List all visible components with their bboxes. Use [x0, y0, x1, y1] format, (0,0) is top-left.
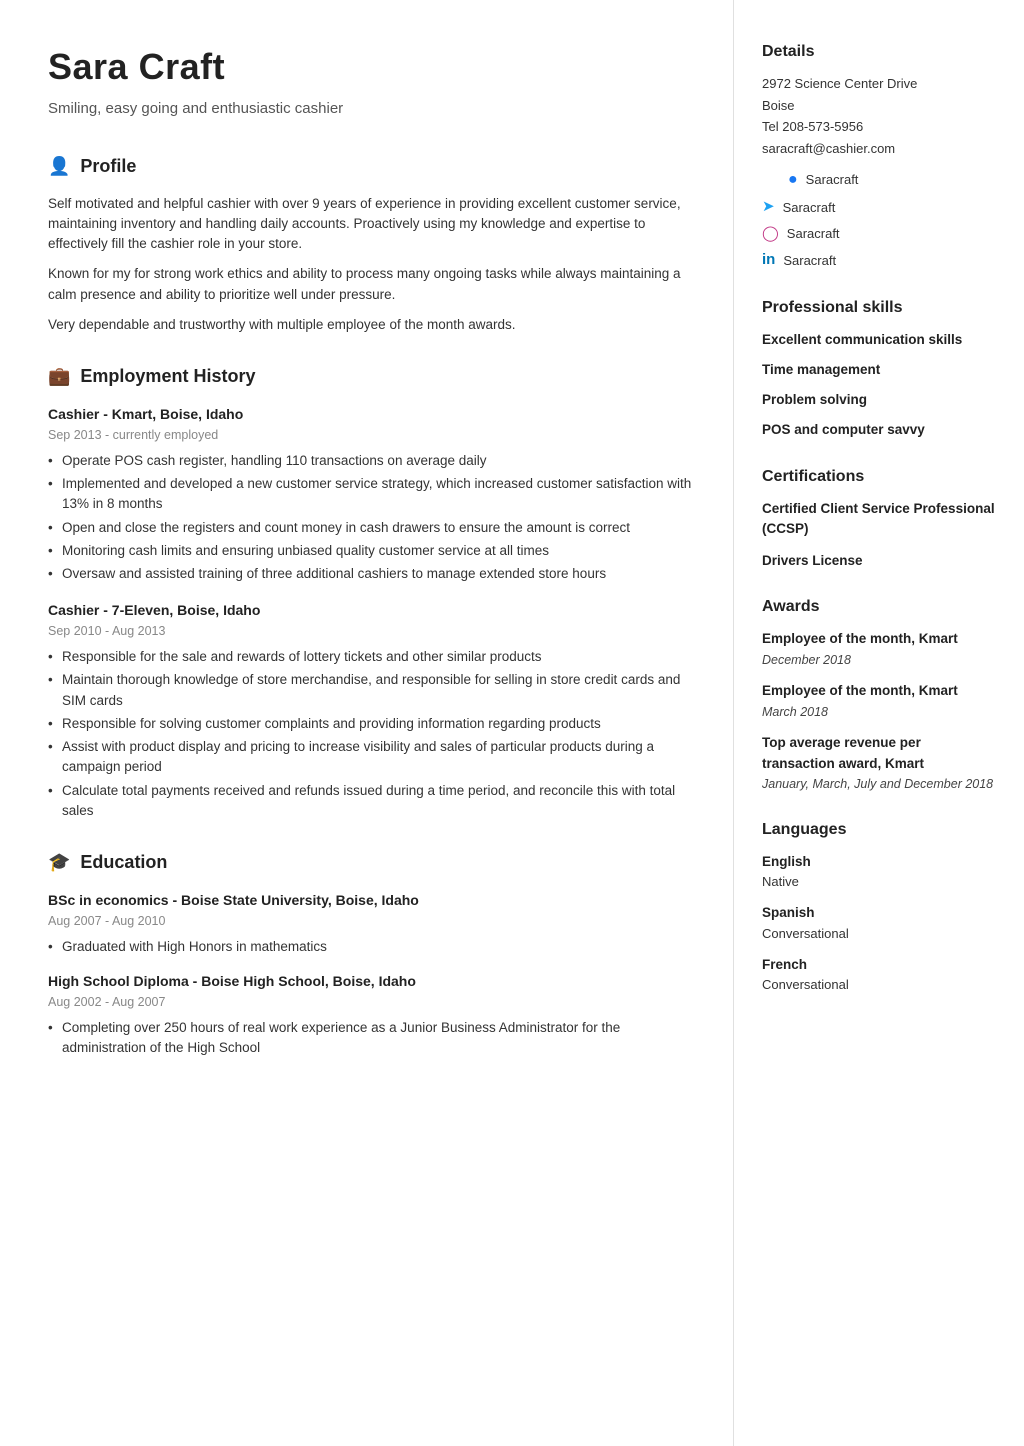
certifications-section: Certifications Certified Client Service …: [762, 465, 996, 572]
award-2: Employee of the month, Kmart March 2018: [762, 681, 996, 721]
skills-title: Professional skills: [762, 296, 996, 320]
details-city: Boise: [762, 96, 996, 116]
skill-3: Problem solving: [762, 390, 996, 410]
language-3-level: Conversational: [762, 975, 996, 995]
social-facebook:  ● Saracraft: [762, 168, 996, 192]
job-2-title: Cashier - 7-Eleven, Boise, Idaho: [48, 600, 697, 621]
resume-page: Sara Craft Smiling, easy going and enthu…: [0, 0, 1024, 1446]
job-2: Cashier - 7-Eleven, Boise, Idaho Sep 201…: [48, 600, 697, 821]
social-links:  ● Saracraft ➤ Saracraft ◯ Saracraft in…: [762, 168, 996, 272]
language-1: English Native: [762, 852, 996, 892]
list-item: Completing over 250 hours of real work e…: [48, 1018, 697, 1059]
list-item: Responsible for solving customer complai…: [48, 714, 697, 734]
sidebar: Details 2972 Science Center Drive Boise …: [734, 0, 1024, 1446]
resume-tagline: Smiling, easy going and enthusiastic cas…: [48, 98, 697, 121]
award-3: Top average revenue per transaction awar…: [762, 733, 996, 793]
social-instagram: ◯ Saracraft: [762, 223, 996, 246]
facebook-icon-symbol: ●: [788, 168, 798, 192]
job-2-dates: Sep 2010 - Aug 2013: [48, 622, 697, 641]
school-2-dates: Aug 2002 - Aug 2007: [48, 993, 697, 1012]
main-column: Sara Craft Smiling, easy going and enthu…: [0, 0, 734, 1446]
school-1-title: BSc in economics - Boise State Universit…: [48, 890, 697, 911]
list-item: Calculate total payments received and re…: [48, 781, 697, 822]
job-1-dates: Sep 2013 - currently employed: [48, 426, 697, 445]
instagram-icon: ◯: [762, 223, 779, 246]
languages-title: Languages: [762, 818, 996, 842]
facebook-label: Saracraft: [806, 170, 859, 190]
profile-section: 👤 Profile Self motivated and helpful cas…: [48, 153, 697, 336]
employment-section: 💼 Employment History Cashier - Kmart, Bo…: [48, 363, 697, 821]
job-1-bullets: Operate POS cash register, handling 110 …: [48, 451, 697, 585]
details-tel: Tel 208-573-5956: [762, 117, 996, 137]
list-item: Implemented and developed a new customer…: [48, 474, 697, 515]
language-1-level: Native: [762, 872, 996, 892]
facebook-icon: : [762, 169, 780, 192]
award-3-title: Top average revenue per transaction awar…: [762, 733, 996, 774]
certifications-title: Certifications: [762, 465, 996, 489]
list-item: Operate POS cash register, handling 110 …: [48, 451, 697, 471]
award-1: Employee of the month, Kmart December 20…: [762, 629, 996, 669]
employment-icon: 💼: [48, 363, 70, 390]
school-1-bullets: Graduated with High Honors in mathematic…: [48, 937, 697, 957]
details-title: Details: [762, 40, 996, 64]
twitter-icon: ➤: [762, 196, 775, 219]
profile-section-title: 👤 Profile: [48, 153, 697, 180]
twitter-label: Saracraft: [783, 198, 836, 218]
job-2-bullets: Responsible for the sale and rewards of …: [48, 647, 697, 821]
language-2: Spanish Conversational: [762, 903, 996, 943]
details-section: Details 2972 Science Center Drive Boise …: [762, 40, 996, 272]
cert-1: Certified Client Service Professional (C…: [762, 499, 996, 540]
skill-1: Excellent communication skills: [762, 330, 996, 350]
education-section-title: 🎓 Education: [48, 849, 697, 876]
skill-2: Time management: [762, 360, 996, 380]
language-2-name: Spanish: [762, 903, 996, 923]
details-address: 2972 Science Center Drive: [762, 74, 996, 94]
list-item: Monitoring cash limits and ensuring unbi…: [48, 541, 697, 561]
linkedin-label: Saracraft: [783, 251, 836, 271]
list-item: Assist with product display and pricing …: [48, 737, 697, 778]
awards-section: Awards Employee of the month, Kmart Dece…: [762, 595, 996, 793]
language-2-level: Conversational: [762, 924, 996, 944]
awards-title: Awards: [762, 595, 996, 619]
school-1: BSc in economics - Boise State Universit…: [48, 890, 697, 957]
education-icon: 🎓: [48, 849, 70, 876]
school-2-bullets: Completing over 250 hours of real work e…: [48, 1018, 697, 1059]
school-1-dates: Aug 2007 - Aug 2010: [48, 912, 697, 931]
list-item: Maintain thorough knowledge of store mer…: [48, 670, 697, 711]
award-2-title: Employee of the month, Kmart: [762, 681, 996, 701]
list-item: Graduated with High Honors in mathematic…: [48, 937, 697, 957]
school-2-title: High School Diploma - Boise High School,…: [48, 971, 697, 992]
profile-para-2: Known for my for strong work ethics and …: [48, 264, 697, 305]
list-item: Oversaw and assisted training of three a…: [48, 564, 697, 584]
instagram-label: Saracraft: [787, 224, 840, 244]
skill-4: POS and computer savvy: [762, 420, 996, 440]
award-3-date: January, March, July and December 2018: [762, 775, 996, 794]
profile-icon: 👤: [48, 153, 70, 180]
profile-para-1: Self motivated and helpful cashier with …: [48, 194, 697, 255]
job-1-title: Cashier - Kmart, Boise, Idaho: [48, 404, 697, 425]
skills-section: Professional skills Excellent communicat…: [762, 296, 996, 441]
list-item: Open and close the registers and count m…: [48, 518, 697, 538]
details-email: saracraft@cashier.com: [762, 139, 996, 159]
list-item: Responsible for the sale and rewards of …: [48, 647, 697, 667]
award-1-title: Employee of the month, Kmart: [762, 629, 996, 649]
award-1-date: December 2018: [762, 651, 996, 670]
job-1: Cashier - Kmart, Boise, Idaho Sep 2013 -…: [48, 404, 697, 584]
education-section: 🎓 Education BSc in economics - Boise Sta…: [48, 849, 697, 1058]
social-twitter: ➤ Saracraft: [762, 196, 996, 219]
social-linkedin: in Saracraft: [762, 249, 996, 272]
award-2-date: March 2018: [762, 703, 996, 722]
languages-section: Languages English Native Spanish Convers…: [762, 818, 996, 995]
cert-2: Drivers License: [762, 551, 996, 571]
language-1-name: English: [762, 852, 996, 872]
school-2: High School Diploma - Boise High School,…: [48, 971, 697, 1058]
employment-section-title: 💼 Employment History: [48, 363, 697, 390]
header-section: Sara Craft Smiling, easy going and enthu…: [48, 40, 697, 121]
resume-name: Sara Craft: [48, 40, 697, 94]
linkedin-icon: in: [762, 249, 775, 272]
language-3: French Conversational: [762, 955, 996, 995]
language-3-name: French: [762, 955, 996, 975]
profile-para-3: Very dependable and trustworthy with mul…: [48, 315, 697, 335]
